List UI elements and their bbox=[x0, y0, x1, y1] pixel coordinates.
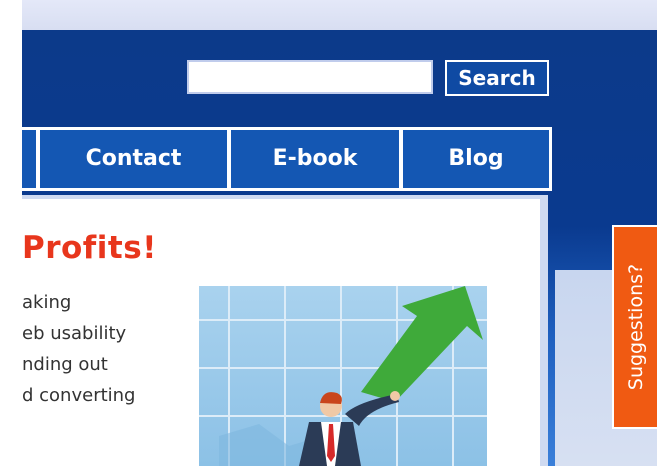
paragraph-line: eb usability bbox=[22, 323, 127, 344]
headline: Profits! bbox=[22, 230, 157, 266]
paragraph-line: nding out bbox=[22, 354, 108, 375]
left-margin bbox=[0, 0, 22, 466]
nav-item-partial[interactable] bbox=[22, 130, 36, 188]
nav-item-blog[interactable]: Blog bbox=[403, 130, 549, 188]
suggestions-tab[interactable]: Suggestions? bbox=[612, 225, 657, 429]
content-area: Profits! aking eb usability nding out d … bbox=[22, 199, 540, 466]
intro-paragraph: aking eb usability nding out d convertin… bbox=[22, 287, 135, 411]
paragraph-line: d converting bbox=[22, 385, 136, 406]
page: Search Contact E-book Blog Profits! akin… bbox=[0, 0, 657, 466]
suggestions-label: Suggestions? bbox=[624, 263, 647, 391]
search-button[interactable]: Search bbox=[445, 60, 549, 96]
search-input[interactable] bbox=[187, 60, 433, 94]
paragraph-line: aking bbox=[22, 292, 72, 313]
nav-item-contact[interactable]: Contact bbox=[40, 130, 227, 188]
growth-arrow-illustration bbox=[199, 286, 487, 466]
top-bar bbox=[22, 0, 657, 32]
nav-item-ebook[interactable]: E-book bbox=[231, 130, 399, 188]
main-nav: Contact E-book Blog bbox=[22, 127, 552, 191]
